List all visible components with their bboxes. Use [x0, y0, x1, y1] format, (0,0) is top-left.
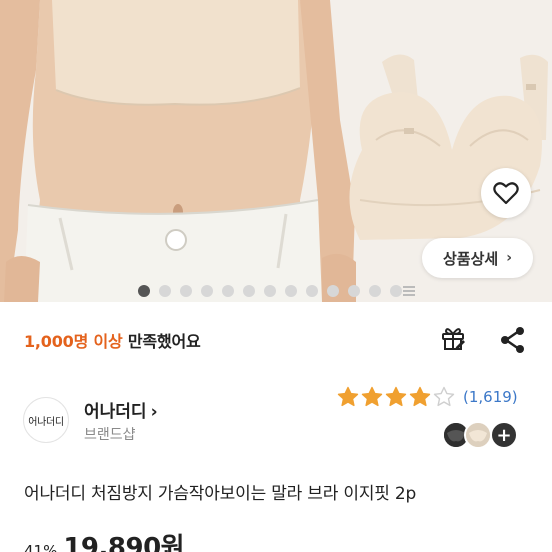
share-icon[interactable] [500, 326, 526, 354]
carousel-dot[interactable] [180, 285, 192, 297]
star-filled-icon [409, 386, 431, 407]
discount-rate: 41% [24, 542, 58, 552]
carousel-dot[interactable] [285, 285, 297, 297]
satisfaction-highlight: 1,000명 이상 [24, 332, 123, 351]
chevron-right-icon: › [150, 402, 158, 422]
heart-icon [493, 182, 519, 205]
carousel-dot[interactable] [306, 285, 318, 297]
review-count[interactable]: (1,619) [463, 388, 518, 406]
carousel-dot[interactable] [201, 285, 213, 297]
star-empty-icon [433, 386, 455, 407]
star-filled-icon [337, 386, 359, 407]
satisfaction-text: 1,000명 이상 만족했어요 [24, 328, 201, 352]
plus-icon: + [496, 424, 512, 446]
carousel-dot[interactable] [348, 285, 360, 297]
satisfaction-rest: 만족했어요 [122, 332, 201, 351]
rating[interactable]: (1,619) [337, 386, 518, 408]
gift-icon[interactable] [438, 323, 468, 353]
brand-name-link[interactable]: 어나더디 › [84, 397, 158, 422]
star-rating [337, 386, 457, 408]
star-filled-icon [385, 386, 407, 407]
product-image-carousel[interactable]: 상품상세 › [0, 0, 552, 302]
more-thumbnails-button[interactable]: + [490, 421, 518, 449]
chevron-right-icon: › [506, 250, 512, 266]
wishlist-button[interactable] [481, 168, 531, 218]
carousel-indicator [138, 285, 402, 297]
brand-name: 어나더디 [84, 402, 147, 422]
carousel-dot[interactable] [138, 285, 150, 297]
carousel-dot[interactable] [243, 285, 255, 297]
sale-price: 19,890원 [63, 533, 185, 552]
carousel-dot[interactable] [264, 285, 276, 297]
brand-subtitle: 브랜드샵 [84, 427, 136, 443]
gallery-grid-icon[interactable] [402, 284, 416, 298]
carousel-dot[interactable] [369, 285, 381, 297]
brand-logo[interactable]: 어나더디 [23, 397, 69, 443]
review-thumbnails[interactable]: + [442, 421, 522, 451]
thumbnail-image [466, 423, 490, 447]
carousel-dot[interactable] [159, 285, 171, 297]
product-detail-label: 상품상세 [443, 249, 499, 268]
review-thumbnail[interactable] [464, 421, 492, 449]
carousel-dot[interactable] [390, 285, 402, 297]
brand-logo-text: 어나더디 [28, 416, 64, 428]
price-row: 41% 19,890원 [24, 527, 185, 552]
carousel-dot[interactable] [222, 285, 234, 297]
carousel-dot[interactable] [327, 285, 339, 297]
product-detail-button[interactable]: 상품상세 › [422, 238, 533, 278]
star-filled-icon [361, 386, 383, 407]
product-title: 어나더디 처짐방지 가슴작아보이는 말라 브라 이지핏 2p [24, 484, 417, 504]
